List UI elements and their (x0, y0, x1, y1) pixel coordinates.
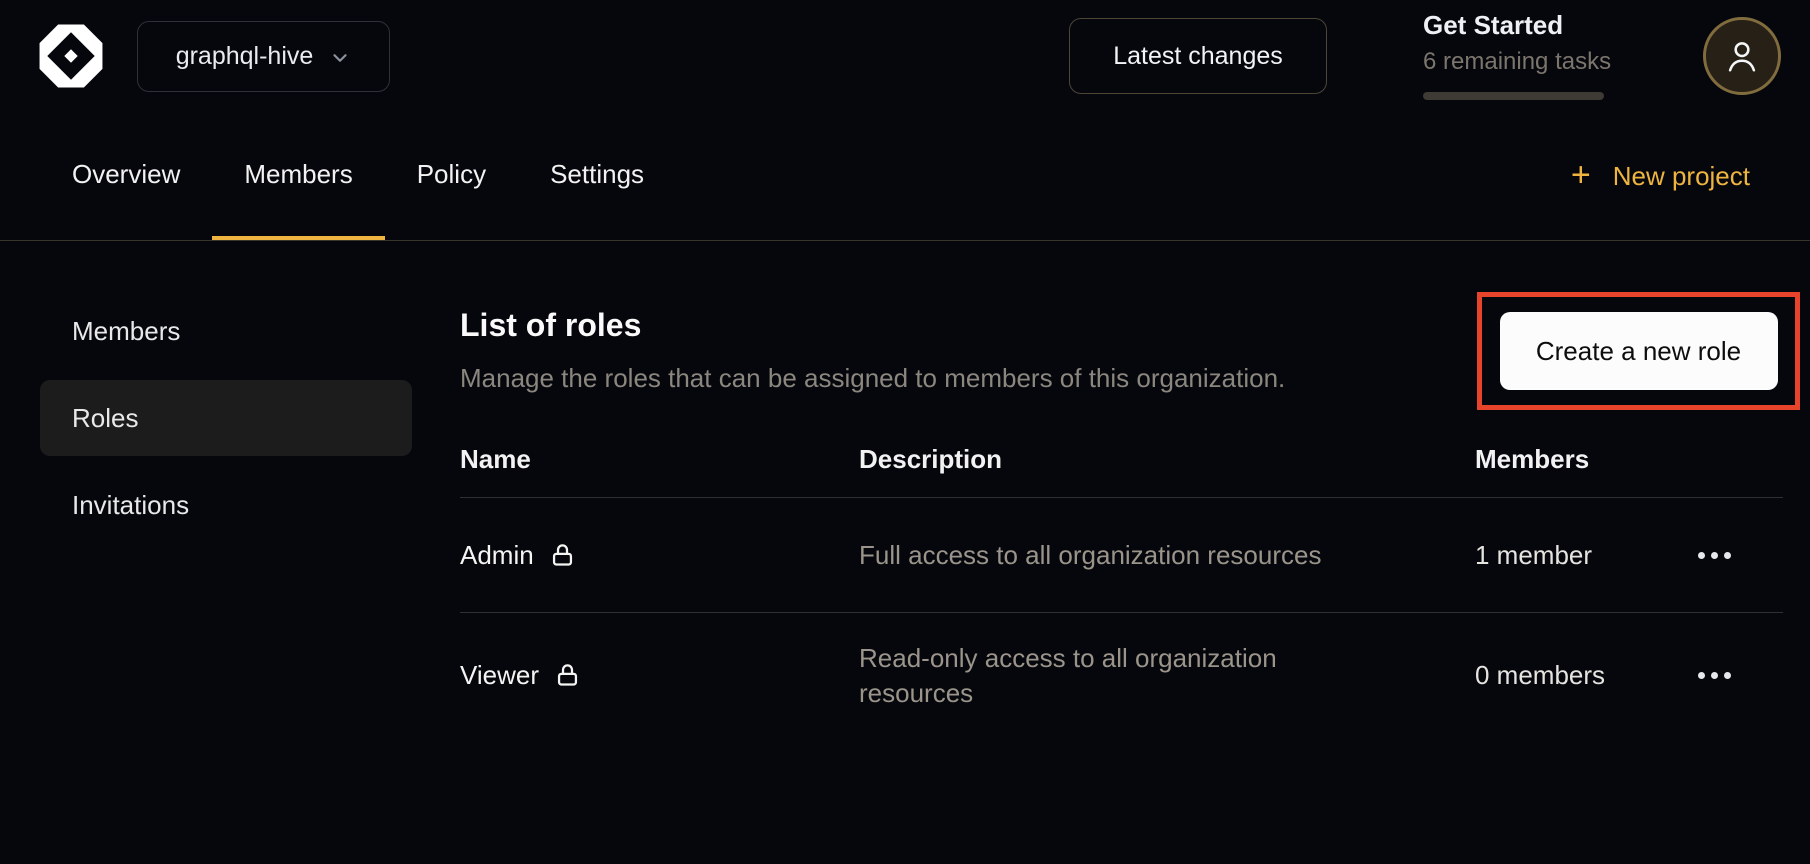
role-members-count: 1 member (1475, 540, 1690, 571)
column-header-members: Members (1475, 444, 1690, 475)
lock-icon (554, 662, 581, 689)
column-header-name: Name (460, 444, 859, 475)
role-name: Viewer (460, 660, 539, 691)
ellipsis-dot (1711, 552, 1718, 559)
top-header: graphql-hive Latest changes Get Started … (0, 0, 1810, 112)
page-body: Members Roles Invitations List of roles … (0, 241, 1810, 738)
role-members-count: 0 members (1475, 660, 1690, 691)
user-icon (1723, 37, 1761, 75)
tab-members[interactable]: Members (212, 112, 384, 240)
sidebar-item-invitations[interactable]: Invitations (40, 467, 412, 543)
get-started-title: Get Started (1423, 12, 1604, 38)
sidebar-item-roles[interactable]: Roles (40, 380, 412, 456)
role-actions-cell (1690, 544, 1783, 567)
latest-changes-button[interactable]: Latest changes (1069, 18, 1327, 94)
chevron-down-icon (329, 47, 351, 69)
create-new-role-button[interactable]: Create a new role (1500, 312, 1778, 390)
role-actions-cell (1690, 664, 1783, 687)
hive-logo-icon (38, 22, 104, 90)
tab-settings[interactable]: Settings (518, 112, 676, 240)
table-row-admin: Admin Full access to all organization re… (460, 498, 1783, 613)
new-project-label: New project (1613, 161, 1750, 192)
user-avatar-button[interactable] (1703, 17, 1781, 95)
column-header-description: Description (859, 444, 1475, 475)
role-description: Full access to all organization resource… (859, 520, 1369, 591)
new-project-button[interactable]: + New project (1571, 112, 1750, 240)
lock-icon (549, 542, 576, 569)
role-name: Admin (460, 540, 534, 571)
role-name-cell: Viewer (460, 660, 859, 691)
tab-policy[interactable]: Policy (385, 112, 518, 240)
app-page: graphql-hive Latest changes Get Started … (0, 0, 1810, 864)
get-started-subtitle: 6 remaining tasks (1423, 50, 1604, 74)
table-header-row: Name Description Members (460, 421, 1783, 498)
roles-main-panel: List of roles Manage the roles that can … (460, 241, 1800, 738)
sidebar-item-members[interactable]: Members (40, 293, 412, 369)
table-row-viewer: Viewer Read-only access to all organizat… (460, 613, 1783, 738)
ellipsis-dot (1698, 672, 1705, 679)
plus-icon: + (1571, 158, 1591, 192)
tabbar-spacer (676, 112, 1571, 240)
roles-table: Name Description Members Admin Full acce… (460, 421, 1783, 738)
org-tabbar: Overview Members Policy Settings + New p… (0, 112, 1810, 241)
row-menu-button[interactable] (1696, 664, 1733, 687)
ellipsis-dot (1724, 672, 1731, 679)
get-started-widget[interactable]: Get Started 6 remaining tasks (1423, 12, 1604, 100)
annotation-highlight-box: Create a new role (1477, 292, 1800, 410)
row-menu-button[interactable] (1696, 544, 1733, 567)
members-sidebar: Members Roles Invitations (0, 241, 412, 554)
ellipsis-dot (1711, 672, 1718, 679)
tab-overview[interactable]: Overview (40, 112, 212, 240)
ellipsis-dot (1698, 552, 1705, 559)
get-started-progress-bar (1423, 92, 1604, 100)
organization-selector[interactable]: graphql-hive (137, 21, 390, 92)
organization-name: graphql-hive (176, 42, 314, 71)
role-name-cell: Admin (460, 540, 859, 571)
role-description: Read-only access to all organization res… (859, 623, 1369, 729)
ellipsis-dot (1724, 552, 1731, 559)
